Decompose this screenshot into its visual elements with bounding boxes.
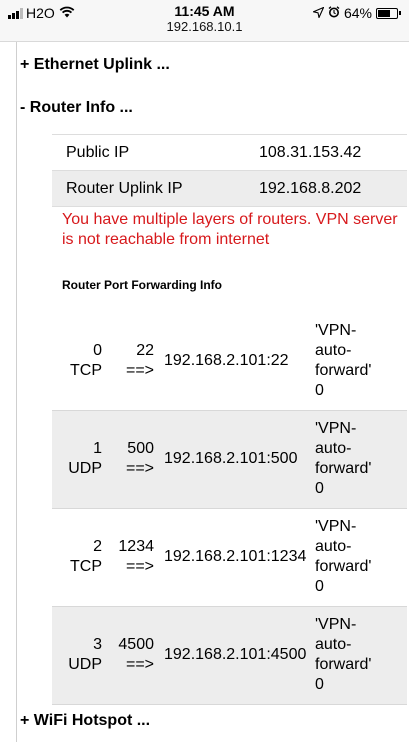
public-ip-value: 108.31.153.42 — [245, 134, 407, 171]
rule-port: 500 — [127, 440, 154, 457]
rule-index-cell: 0 TCP — [52, 312, 106, 410]
rule-address: 192.168.2.101:4500 — [164, 646, 307, 663]
rule-port: 1234 — [118, 538, 154, 555]
rule-description-line: 'VPN- — [315, 420, 357, 437]
rule-description-line: 'VPN- — [315, 321, 357, 339]
uplink-ip-label: Router Uplink IP — [52, 170, 245, 207]
table-row: 0 TCP 22 ==> 192.168.2.101:22 'VPN-auto-forwa… — [52, 312, 407, 410]
table-row: Router Uplink IP 192.168.8.202 — [52, 170, 407, 207]
rule-address-cell: 192.168.2.101:4500 — [156, 605, 311, 705]
rule-protocol: TCP — [70, 361, 102, 379]
port-forwarding-table: 0 TCP 22 ==> 192.168.2.101:22 'VPN-auto-forwa… — [52, 312, 407, 705]
rule-address-cell: 192.168.2.101:22 — [156, 312, 311, 410]
section-wifi-hotspot[interactable]: + WiFi Hotspot ... — [20, 712, 150, 730]
rule-address-cell: 192.168.2.101:1234 — [156, 508, 311, 606]
rule-arrow: ==> — [125, 558, 154, 575]
table-row: 1 UDP 500 ==> 192.168.2.101:500 'VPN-auto-for… — [52, 409, 407, 509]
uplink-ip-value: 192.168.8.202 — [245, 170, 407, 207]
rule-port-cell: 500 ==> — [106, 409, 156, 509]
rule-description-line: forward' — [315, 656, 372, 673]
rule-index-cell: 2 TCP — [52, 508, 106, 606]
location-arrow-icon — [311, 5, 325, 21]
address-url[interactable]: 192.168.10.1 — [0, 19, 409, 35]
page-content: + Ethernet Uplink ... - Router Info ... … — [0, 42, 409, 744]
rule-index-cell: 1 UDP — [52, 409, 106, 509]
rule-description-cell: 'VPN-auto-forward' 0 — [311, 409, 407, 509]
table-row: 2 TCP 1234 ==> 192.168.2.101:1234 'VPN-auto-f… — [52, 508, 407, 606]
rule-description-line: auto- — [315, 440, 352, 457]
rule-description-line: auto- — [315, 538, 352, 555]
rule-index: 2 — [93, 538, 102, 555]
table-row: 3 UDP 4500 ==> 192.168.2.101:4500 'VPN-auto-f… — [52, 605, 407, 705]
rule-protocol: UDP — [68, 656, 102, 673]
rule-protocol: TCP — [70, 558, 102, 575]
rule-index: 3 — [93, 636, 102, 653]
battery-icon — [376, 7, 401, 19]
rule-description-line: forward' — [315, 460, 372, 477]
rule-address: 192.168.2.101:1234 — [164, 548, 307, 565]
warning-message: You have multiple layers of routers. VPN… — [62, 211, 398, 248]
port-forwarding-title: Router Port Forwarding Info — [62, 278, 222, 292]
table-row: Public IP 108.31.153.42 — [52, 134, 407, 171]
section-ethernet-uplink[interactable]: + Ethernet Uplink ... — [20, 56, 170, 74]
public-ip-label: Public IP — [52, 134, 245, 171]
rule-arrow: ==> — [125, 361, 154, 379]
rule-description-line: 0 — [315, 578, 324, 595]
rule-port: 4500 — [118, 636, 154, 653]
status-right: 64% — [311, 5, 401, 21]
status-bar: H2O 11:45 AM 192.168.10.1 64% — [0, 0, 409, 42]
rule-address: 192.168.2.101:500 — [164, 450, 298, 467]
rule-address-cell: 192.168.2.101:500 — [156, 409, 311, 509]
rule-description-line: auto- — [315, 636, 352, 653]
rule-port-cell: 4500 ==> — [106, 605, 156, 705]
left-divider — [16, 42, 17, 742]
alarm-icon — [328, 5, 340, 21]
router-info-table: Public IP 108.31.153.42 Router Uplink IP… — [52, 134, 407, 207]
rule-address: 192.168.2.101:22 — [164, 351, 289, 369]
rule-index: 0 — [93, 341, 102, 359]
rule-description-cell: 'VPN-auto-forward' 0 — [311, 605, 407, 705]
rule-description-cell: 'VPN-auto-forward' 0 — [311, 312, 407, 410]
rule-description-line: forward' — [315, 558, 372, 575]
rule-description-line: 0 — [315, 676, 324, 693]
rule-index: 1 — [93, 440, 102, 457]
rule-description-cell: 'VPN-auto-forward' 0 — [311, 508, 407, 606]
rule-description-line: 0 — [315, 480, 324, 497]
rule-arrow: ==> — [125, 460, 154, 477]
rule-arrow: ==> — [125, 656, 154, 673]
rule-protocol: UDP — [68, 460, 102, 477]
rule-description-line: 'VPN- — [315, 616, 357, 633]
rule-description-line: forward' — [315, 361, 372, 379]
section-router-info[interactable]: - Router Info ... — [20, 99, 133, 117]
rule-port-cell: 22 ==> — [106, 312, 156, 410]
rule-description-line: 0 — [315, 381, 324, 399]
rule-description-line: 'VPN- — [315, 518, 357, 535]
rule-port: 22 — [136, 341, 154, 359]
rule-index-cell: 3 UDP — [52, 605, 106, 705]
battery-percent: 64% — [343, 5, 372, 21]
rule-port-cell: 1234 ==> — [106, 508, 156, 606]
rule-description-line: auto- — [315, 341, 352, 359]
